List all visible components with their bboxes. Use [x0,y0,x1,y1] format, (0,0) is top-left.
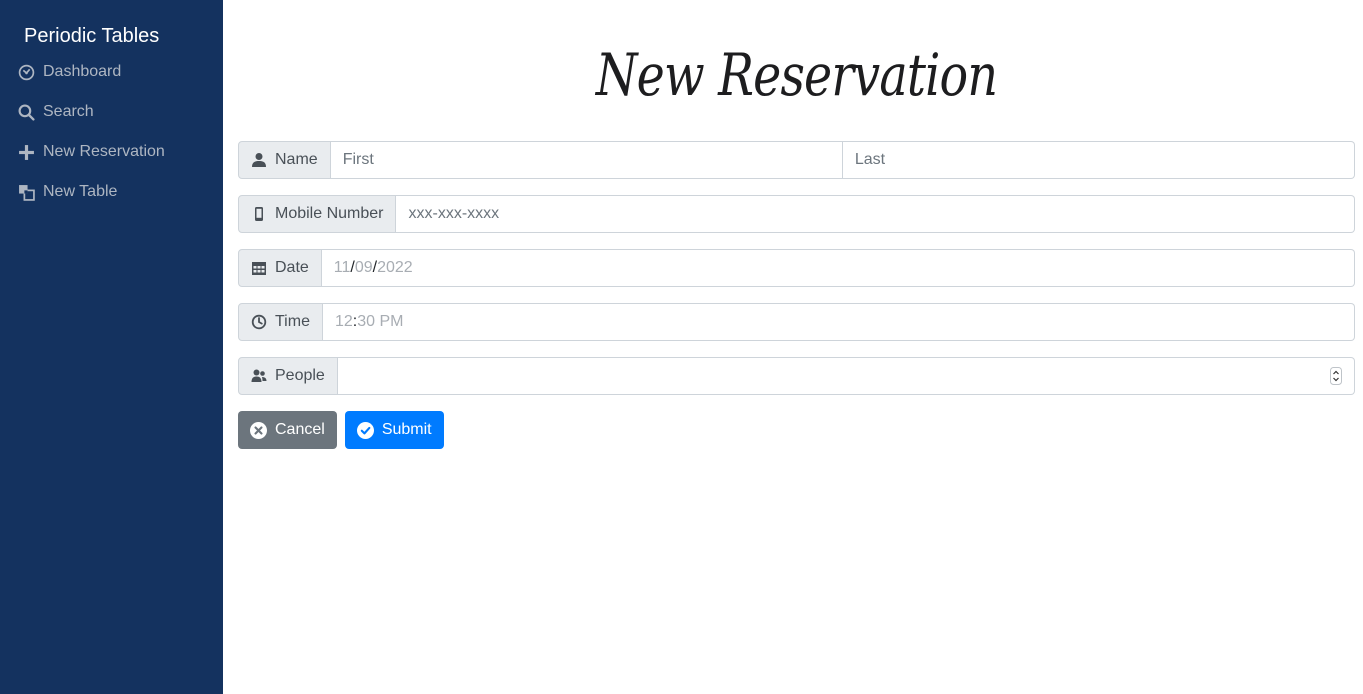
main-content: New Reservation Name First Last Mobile N… [223,0,1363,694]
brand-title[interactable]: Periodic Tables [0,22,223,50]
people-field[interactable] [337,357,1355,395]
last-name-field[interactable] [842,141,1355,179]
people-addon: People [238,357,338,395]
date-input[interactable]: 11/09/2022 [321,249,1355,287]
number-spinner-icon[interactable] [1330,367,1342,385]
people-icon [251,368,267,384]
search-icon [18,104,35,121]
mobile-input[interactable] [408,205,1342,223]
date-group: Date 11/09/2022 [238,249,1355,287]
sidebar-item-new-reservation[interactable]: New Reservation [0,132,223,172]
submit-label: Submit [381,421,432,438]
app-root: Periodic Tables Dashboard Search New Res… [0,0,1363,694]
check-circle-icon [356,421,374,439]
reservation-form: Name Mobile Number [238,141,1355,449]
sidebar-item-label: New Reservation [43,143,165,160]
mobile-group: Mobile Number [238,195,1355,233]
sidebar-item-search[interactable]: Search [0,92,223,132]
name-group: Name [238,141,1355,179]
mobile-phone-icon [251,206,267,222]
calendar-icon [251,260,267,276]
x-circle-icon [250,421,267,439]
time-input[interactable]: 12:30 PM [322,303,1355,341]
people-label: People [275,367,325,384]
mobile-field[interactable] [396,195,1355,233]
sidebar-item-label: New Table [43,183,118,200]
time-group: Time 12:30 PM [238,303,1355,341]
people-group: People [238,357,1355,395]
page-title: New Reservation [595,41,998,109]
sidebar-item-label: Dashboard [43,63,122,80]
name-label: Name [275,151,318,168]
time-label: Time [275,313,310,330]
date-addon: Date [238,249,322,287]
people-input[interactable] [349,367,1330,385]
sidebar-item-label: Search [43,103,94,120]
mobile-label: Mobile Number [275,205,384,222]
clock-icon [251,314,267,330]
person-icon [251,152,267,168]
sidebar-item-dashboard[interactable]: Dashboard [0,52,223,92]
first-name-input[interactable] [342,151,830,169]
date-label: Date [275,259,309,276]
mobile-addon: Mobile Number [238,195,397,233]
tables-icon [18,184,35,201]
plus-icon [18,144,35,161]
submit-button[interactable]: Submit [344,411,444,449]
time-rest: 30 PM [357,313,404,330]
last-name-input[interactable] [854,151,1342,169]
sidebar-item-new-table[interactable]: New Table [0,172,223,212]
name-addon: Name [238,141,331,179]
date-day: 09 [354,259,373,276]
sidebar: Periodic Tables Dashboard Search New Res… [0,0,223,694]
first-name-field[interactable] [330,141,843,179]
date-month: 11 [333,259,351,276]
form-buttons: Cancel Submit [238,411,1355,449]
time-addon: Time [238,303,323,341]
dashboard-icon [18,64,35,81]
cancel-label: Cancel [275,421,325,438]
date-year: 2022 [377,259,413,276]
time-hour: 12 [334,313,353,330]
cancel-button[interactable]: Cancel [238,411,337,449]
